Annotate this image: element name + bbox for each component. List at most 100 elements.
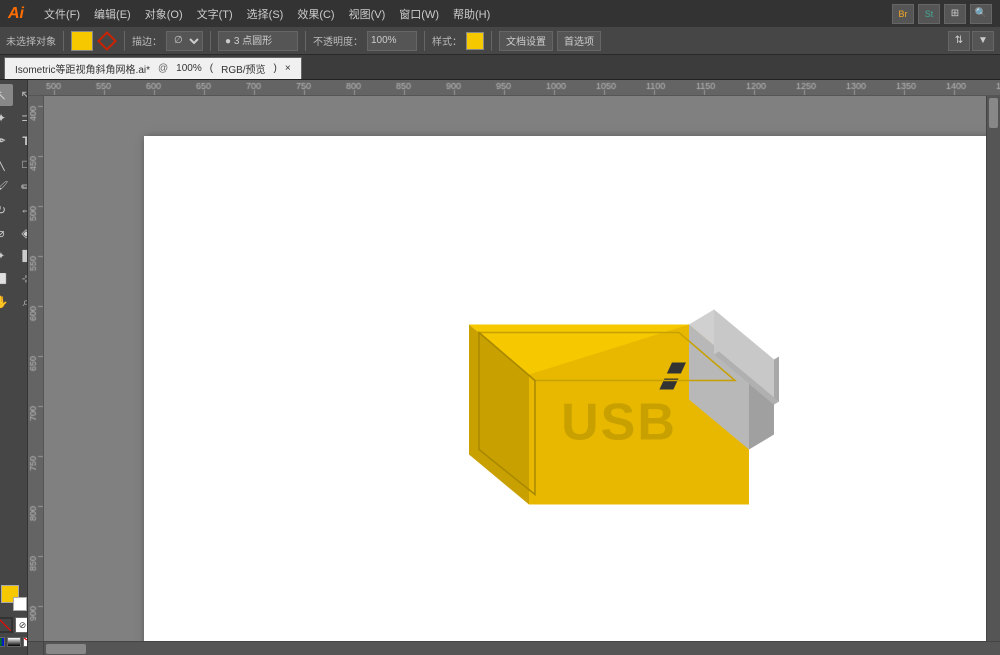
graph-tool[interactable]: ▐▌ (14, 245, 28, 267)
stroke-none-group: ⊘ (0, 617, 28, 633)
slice-tool[interactable]: ⊹ (14, 268, 28, 290)
stock-icon[interactable]: St (918, 4, 940, 24)
hand-tool[interactable]: ✋ (0, 291, 13, 313)
artboard-tool[interactable]: ⬜ (0, 268, 13, 290)
horizontal-scrollbar[interactable] (28, 641, 1000, 655)
control-bar: 未选择对象 描边： ∅ ● 3 点圆形 不透明度： 样式： 文档设置 首选项 ⇅… (0, 27, 1000, 55)
opacity-input[interactable] (367, 31, 417, 51)
title-bar: Ai 文件(F) 编辑(E) 对象(O) 文字(T) 选择(S) 效果(C) 视… (0, 0, 1000, 27)
fill-color-swatch[interactable] (71, 31, 93, 51)
canvas[interactable]: USB (44, 96, 986, 641)
right-icons: Br St ⊞ 🔍 (892, 4, 992, 24)
preferences-button[interactable]: 首选项 (557, 31, 601, 51)
wand-tool-group: ✦ ⊃ (0, 107, 28, 129)
pencil-tool[interactable]: ✏ (14, 176, 28, 198)
usb-text: USB (561, 394, 677, 452)
direct-selection-tool[interactable]: ↖ (14, 84, 28, 106)
symbol-tool-group: ✦ ▐▌ (0, 245, 28, 267)
stroke-indicator[interactable] (0, 617, 13, 633)
nav-tool-group: ✋ ⌕ (0, 291, 28, 313)
gradient-icon[interactable] (7, 637, 21, 647)
lasso-tool[interactable]: ⊃ (14, 107, 28, 129)
scroll-thumb-h[interactable] (46, 644, 86, 654)
magic-wand-tool[interactable]: ✦ (0, 107, 13, 129)
point-type-select[interactable]: ● 3 点圆形 (218, 31, 298, 51)
canvas-area: USB (28, 80, 1000, 655)
stroke-color-area[interactable] (97, 31, 117, 51)
reflect-tool[interactable]: ⇔ (14, 199, 28, 221)
tab-zoom-at: @ (158, 63, 168, 74)
tab-bar: Isometric等距视角斜角网格.ai* @ 100% ( RGB/预览 ) … (0, 55, 1000, 80)
h-ruler-canvas (44, 80, 1000, 96)
warp-tool[interactable]: ⌀ (0, 222, 13, 244)
menu-edit[interactable]: 编辑(E) (88, 4, 137, 24)
blend-tool[interactable]: ◈ (14, 222, 28, 244)
pen-tool-group: ✒ T (0, 130, 28, 152)
line-tool[interactable]: ╲ (0, 153, 13, 175)
tab-zoom: 100% (176, 63, 202, 74)
stroke-select[interactable]: ∅ (166, 31, 203, 51)
left-toolbar: ↖ ↖ ✦ ⊃ ✒ T ╲ □ 🖌 ✏ ↻ ⇔ ⌀ ◈ (0, 80, 28, 655)
tab-filename: Isometric等距视角斜角网格.ai* (15, 61, 150, 76)
pen-tool[interactable]: ✒ (0, 130, 13, 152)
type-tool[interactable]: T (14, 130, 28, 152)
doc-setup-button[interactable]: 文档设置 (499, 31, 553, 51)
symbol-tool[interactable]: ✦ (0, 245, 13, 267)
ruler-vertical (28, 96, 44, 641)
canvas-wrapper: USB (28, 96, 1000, 641)
warp-tool-group: ⌀ ◈ (0, 222, 28, 244)
color-mode-icon[interactable] (0, 637, 5, 647)
color-swatch-area: ⊘ (0, 581, 28, 651)
usb-illustration: USB (379, 245, 779, 548)
app-logo: Ai (8, 5, 24, 23)
tab-mode-close-paren: ) (274, 63, 277, 74)
zoom-tool[interactable]: ⌕ (14, 291, 28, 313)
tab-mode-paren: ( (210, 63, 213, 74)
rotate-tool[interactable]: ↻ (0, 199, 13, 221)
ruler-horizontal (28, 80, 1000, 96)
menu-select[interactable]: 选择(S) (241, 4, 290, 24)
style-label: 样式： (432, 33, 462, 48)
arrange-icon[interactable]: ⇅ (948, 31, 970, 51)
usb-svg: USB (379, 245, 779, 545)
metal-right (774, 357, 779, 405)
none-indicator[interactable]: ⊘ (15, 617, 29, 633)
v-ruler-canvas (28, 96, 44, 641)
transform-tool-group: ↻ ⇔ (0, 199, 28, 221)
artboard: USB (144, 136, 986, 641)
menu-view[interactable]: 视图(V) (343, 4, 392, 24)
main-layout: ↖ ↖ ✦ ⊃ ✒ T ╲ □ 🖌 ✏ ↻ ⇔ ⌀ ◈ (0, 80, 1000, 655)
selection-tool[interactable]: ↖ (0, 84, 13, 106)
no-selection-label: 未选择对象 (6, 33, 56, 48)
document-tab[interactable]: Isometric等距视角斜角网格.ai* @ 100% ( RGB/预览 ) … (4, 57, 302, 79)
menu-window[interactable]: 窗口(W) (393, 4, 445, 24)
line-tool-group: ╲ □ (0, 153, 28, 175)
vertical-scrollbar[interactable] (986, 96, 1000, 641)
background-color[interactable] (13, 597, 27, 611)
menu-file[interactable]: 文件(F) (38, 4, 86, 24)
rect-tool[interactable]: □ (14, 153, 28, 175)
color-mode-group (0, 637, 28, 647)
tab-close-button[interactable]: × (285, 63, 291, 74)
menu-help[interactable]: 帮助(H) (447, 4, 496, 24)
more-icon[interactable]: ▼ (972, 31, 994, 51)
scroll-track-h[interactable] (44, 642, 1000, 655)
selection-tool-group: ↖ ↖ (0, 84, 28, 106)
menu-text[interactable]: 文字(T) (191, 4, 239, 24)
bridge-icon[interactable]: Br (892, 4, 914, 24)
scroll-corner (28, 642, 44, 655)
paint-tool-group: 🖌 ✏ (0, 176, 28, 198)
paint-brush-tool[interactable]: 🖌 (0, 176, 13, 198)
search-icon[interactable]: 🔍 (970, 4, 992, 24)
menu-object[interactable]: 对象(O) (139, 4, 189, 24)
color-boxes[interactable] (1, 585, 27, 611)
menu-bar: 文件(F) 编辑(E) 对象(O) 文字(T) 选择(S) 效果(C) 视图(V… (38, 4, 496, 24)
style-color[interactable] (466, 32, 484, 50)
opacity-label: 不透明度： (313, 33, 363, 48)
tab-mode: RGB/预览 (221, 61, 265, 76)
stroke-label: 描边： (132, 33, 162, 48)
artboard-tool-group: ⬜ ⊹ (0, 268, 28, 290)
layout-icon[interactable]: ⊞ (944, 4, 966, 24)
menu-effect[interactable]: 效果(C) (291, 4, 340, 24)
scroll-thumb-v[interactable] (989, 98, 998, 128)
